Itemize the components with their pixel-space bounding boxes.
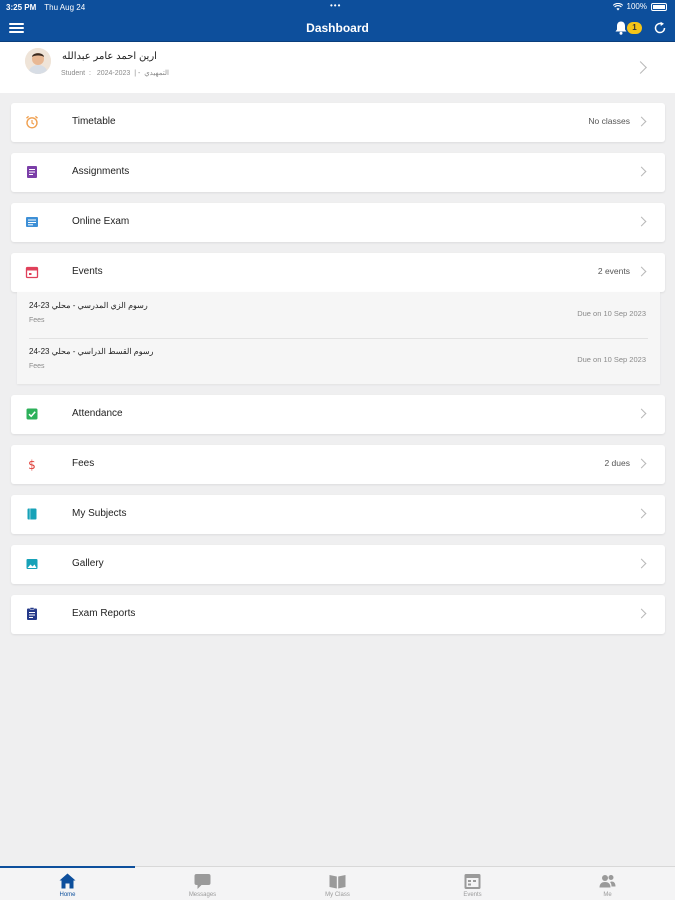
online-exam-icon <box>26 217 38 227</box>
status-time: 3:25 PM <box>6 2 37 12</box>
calendar-icon <box>25 266 39 279</box>
event-due: Due on 10 Sep 2023 <box>577 309 646 318</box>
avatar <box>25 48 51 74</box>
tab-label: Messages <box>188 892 217 898</box>
battery-percent: 100% <box>626 2 647 11</box>
attendance-label: Attendance <box>72 408 123 419</box>
menu-item-online-exam[interactable]: Online Exam <box>11 203 665 242</box>
exam-reports-label: Exam Reports <box>72 608 136 619</box>
online-exam-label: Online Exam <box>72 216 130 227</box>
my-subjects-label: My Subjects <box>72 508 127 519</box>
timetable-value: No classes <box>588 116 630 126</box>
book-icon <box>329 875 346 889</box>
multitask-dots[interactable]: ••• <box>330 1 341 10</box>
svg-text:$: $ <box>28 458 36 471</box>
events-value: 2 events <box>597 266 630 276</box>
battery-icon <box>651 2 667 11</box>
event-name: رسوم القسط الدراسي - محلي 23-24 <box>29 347 154 356</box>
chevron-right-icon <box>634 61 647 74</box>
tab-home[interactable]: Home <box>0 866 135 900</box>
dollar-icon: $ <box>28 458 36 471</box>
tab-my-class[interactable]: My Class <box>270 867 405 900</box>
event-due: Due on 10 Sep 2023 <box>577 355 646 364</box>
image-icon <box>26 559 38 569</box>
chevron-right-icon <box>636 508 647 519</box>
chevron-right-icon <box>636 266 647 277</box>
chevron-right-icon <box>636 458 647 469</box>
student-year: 2024-2023 <box>96 70 131 77</box>
chevron-right-icon <box>636 116 647 127</box>
home-icon <box>59 873 76 889</box>
nav-bar: Dashboard 1 <box>0 14 675 42</box>
event-item[interactable]: رسوم الزي المدرسي - محلي 23-24 Fees Due … <box>17 292 660 338</box>
assignments-label: Assignments <box>72 166 130 177</box>
status-bar: 3:25 PM Thu Aug 24 ••• 100% <box>0 0 675 14</box>
student-meta: Student : 2024-2023 | - التمهيدي <box>61 70 169 77</box>
event-item[interactable]: رسوم القسط الدراسي - محلي 23-24 Fees Due… <box>17 338 660 384</box>
events-list: رسوم الزي المدرسي - محلي 23-24 Fees Due … <box>17 292 660 384</box>
menu-item-fees[interactable]: $ Fees 2 dues <box>11 445 665 484</box>
people-icon <box>599 875 616 888</box>
chevron-right-icon <box>636 408 647 419</box>
tab-label: Home <box>59 892 76 898</box>
student-name: ارين احمد عامر عبدالله <box>62 51 157 62</box>
menu-item-gallery[interactable]: Gallery <box>11 545 665 584</box>
menu-item-my-subjects[interactable]: My Subjects <box>11 495 665 534</box>
status-right: 100% <box>612 2 667 11</box>
fees-value: 2 dues <box>604 458 630 468</box>
notification-badge: 1 <box>627 22 642 34</box>
wifi-icon <box>612 2 623 10</box>
tab-label: Events <box>463 892 482 898</box>
page-title: Dashboard <box>306 21 369 35</box>
menu-item-attendance[interactable]: Attendance <box>11 395 665 434</box>
chevron-right-icon <box>636 216 647 227</box>
tab-label: Me <box>603 892 612 898</box>
tab-messages[interactable]: Messages <box>135 867 270 900</box>
student-profile[interactable]: ارين احمد عامر عبدالله Student : 2024-20… <box>0 42 675 93</box>
chevron-right-icon <box>636 166 647 177</box>
checkbox-icon <box>26 408 38 420</box>
fees-label: Fees <box>72 458 95 469</box>
messages-icon <box>194 874 211 889</box>
timetable-label: Timetable <box>72 116 116 127</box>
calendar-icon <box>464 874 481 889</box>
event-name: رسوم الزي المدرسي - محلي 23-24 <box>29 301 148 310</box>
menu-item-assignments[interactable]: Assignments <box>11 153 665 192</box>
chevron-right-icon <box>636 608 647 619</box>
alarm-clock-icon <box>26 115 38 129</box>
tab-events[interactable]: Events <box>405 867 540 900</box>
student-role: Student <box>61 70 86 77</box>
gallery-label: Gallery <box>72 558 104 569</box>
menu-item-events[interactable]: Events 2 events <box>11 253 665 292</box>
menu-item-timetable[interactable]: Timetable No classes <box>11 103 665 142</box>
tab-label: My Class <box>325 892 350 898</box>
event-type: Fees <box>29 317 45 324</box>
events-label: Events <box>72 266 103 277</box>
book-icon <box>27 508 37 520</box>
event-type: Fees <box>29 363 45 370</box>
tab-bar: Home Messages My Class Events Me <box>0 866 675 900</box>
bell-icon[interactable] <box>614 20 628 36</box>
report-icon <box>27 607 37 620</box>
refresh-icon[interactable] <box>653 21 667 35</box>
status-date: Thu Aug 24 <box>44 2 86 12</box>
tab-me[interactable]: Me <box>540 867 675 900</box>
assignment-icon <box>27 166 37 178</box>
student-grade: التمهيدي <box>144 70 169 77</box>
chevron-right-icon <box>636 558 647 569</box>
menu-item-exam-reports[interactable]: Exam Reports <box>11 595 665 634</box>
